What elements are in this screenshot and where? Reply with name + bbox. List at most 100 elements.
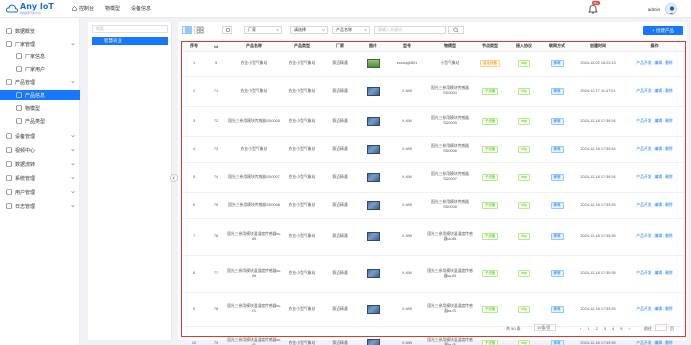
settings-button[interactable] [222, 26, 232, 34]
page-item[interactable]: 1 [587, 326, 589, 331]
delete-link[interactable]: 删除 [665, 307, 673, 311]
product-image[interactable] [366, 59, 380, 68]
table-row[interactable]: 2 71 农业小型气象站 农业小型气象站 赛迈精通 X-NW 国光三参用模块传感器SD000… [182, 76, 685, 107]
sidebar-item[interactable]: 物模型 [0, 103, 80, 113]
edit-link[interactable]: 编辑 [655, 203, 663, 207]
username-label[interactable]: admin [648, 7, 660, 12]
edit-link[interactable]: 编辑 [655, 61, 663, 65]
vendor-name-cell: 赛迈精通 [322, 162, 358, 193]
sidebar-item[interactable]: 产品信息 [0, 90, 80, 100]
sidebar-item[interactable]: 产品管理 [0, 77, 80, 87]
top-nav-thing-model[interactable]: 物模型 [105, 5, 120, 12]
app-logo[interactable]: Any IoT 物联网开放平台 [6, 2, 66, 16]
product-image[interactable] [366, 86, 380, 96]
row-index: 3 [192, 118, 196, 123]
product-image[interactable] [366, 338, 380, 345]
page-size-select[interactable]: 10条/页 [534, 324, 556, 331]
page-item[interactable]: 3 [604, 326, 606, 331]
table-row[interactable]: 4 73 农业小型气象站 农业小型气象站 赛迈精通 X-NW 国光三参用模块传感器SD000… [182, 136, 685, 163]
product-dev-link[interactable]: 产品开发 [636, 119, 651, 123]
table-row[interactable]: 3 72 国光三参用模块传感器SD0005 农业小型气象站 赛迈精通 X-NW 国光三参用模… [182, 106, 685, 137]
product-dev-link[interactable]: 产品开发 [636, 61, 651, 65]
table-row[interactable]: 9 78 国光三参用模块温湿度传感器ta-f3 农业小型气象站 赛迈精通 X-NW 国光三参… [182, 292, 685, 327]
sidebar-item[interactable]: 视频中心 [0, 145, 80, 155]
delete-link[interactable]: 删除 [665, 89, 673, 93]
edit-link[interactable]: 编辑 [655, 307, 663, 311]
product-dev-link[interactable]: 产品开发 [636, 307, 651, 311]
avatar[interactable] [665, 3, 677, 15]
edit-link[interactable]: 编辑 [655, 119, 663, 123]
app-logo-title: Any IoT [20, 2, 54, 11]
product-dev-link[interactable]: 产品开发 [636, 89, 651, 93]
edit-link[interactable]: 编辑 [655, 234, 663, 238]
protocol-tag-cell: http [506, 162, 542, 193]
created-time: 2024-12-18 17:39:35 [580, 340, 616, 345]
field-select[interactable]: 产品名称 [332, 26, 370, 34]
product-dev-link[interactable]: 产品开发 [636, 271, 651, 275]
top-nav-device-info[interactable]: 设备信息 [131, 5, 151, 12]
sidebar-item[interactable]: 厂家信息 [0, 51, 80, 61]
table-row[interactable]: 7 76 国光三参用模块温湿度传感器ta-d5 农业小型气象站 赛迈精通 X-NW 国光三参… [182, 218, 685, 256]
product-image[interactable] [366, 116, 380, 126]
product-image[interactable] [366, 144, 380, 154]
thing-model: 国光三参用模块温湿度传感器ta-f3 [427, 304, 473, 313]
sidebar-item[interactable]: 设备管理 [0, 131, 80, 141]
product-image[interactable] [366, 200, 380, 210]
product-dev-link[interactable]: 产品开发 [636, 234, 651, 238]
sidebar-item[interactable]: 日志管理 [0, 201, 80, 211]
goto-page-input[interactable] [655, 324, 667, 331]
product-dev-link[interactable]: 产品开发 [636, 147, 651, 151]
category-search-input[interactable]: 搜索 [92, 25, 168, 33]
sidebar-item[interactable]: 系统管理 [0, 173, 80, 183]
sidebar-item[interactable]: 厂家管理 [0, 39, 80, 49]
create-product-button[interactable]: + 创建产品 [643, 26, 683, 35]
product-image-cell [358, 292, 388, 327]
vendor-select[interactable]: 厂家 [244, 26, 282, 34]
product-image[interactable] [366, 269, 380, 278]
page-item[interactable]: 5 [620, 326, 622, 331]
edit-link[interactable]: 编辑 [655, 175, 663, 179]
sidebar-item[interactable]: 数据流转 [0, 159, 80, 169]
product-image[interactable] [366, 304, 380, 314]
delete-link[interactable]: 删除 [665, 203, 673, 207]
delete-link[interactable]: 删除 [665, 119, 673, 123]
search-input[interactable]: 请输入关键词 [374, 26, 446, 34]
list-view-button[interactable] [182, 26, 192, 34]
product-image[interactable] [366, 232, 380, 241]
delete-link[interactable]: 删除 [665, 234, 673, 238]
delete-link[interactable]: 删除 [665, 175, 673, 179]
delete-link[interactable]: 删除 [665, 341, 673, 345]
product-dev-link[interactable]: 产品开发 [636, 341, 651, 345]
sidebar-item[interactable]: 数据概览 [0, 26, 80, 36]
notification-button[interactable]: 99+ [587, 1, 600, 14]
edit-link[interactable]: 编辑 [655, 147, 663, 151]
grid-view-button[interactable] [194, 26, 204, 34]
page-item[interactable]: › [629, 326, 630, 331]
product-dev-link[interactable]: 产品开发 [636, 175, 651, 179]
delete-link[interactable]: 删除 [665, 271, 673, 275]
product-image[interactable] [366, 172, 380, 182]
product-dev-link[interactable]: 产品开发 [636, 203, 651, 207]
table-row[interactable]: 6 75 国光三参用模块传感器SD0008 农业小型气象站 赛迈精通 X-NW 国光三参用模… [182, 192, 685, 219]
sidebar-item[interactable]: 产品类型 [0, 116, 80, 126]
sidebar-item[interactable]: 用户管理 [0, 187, 80, 197]
model-number-cell: X-NW [388, 162, 426, 193]
delete-link[interactable]: 删除 [665, 61, 673, 65]
status-select[interactable]: 请选择 [290, 26, 328, 34]
table-row[interactable]: 8 77 国光三参用模块温湿度传感器ta-d5 农业小型气象站 赛迈精通 X-NW 国光三参… [182, 255, 685, 293]
search-button[interactable] [448, 26, 464, 34]
table-row[interactable]: 5 74 国光三参用模块传感器SD0007 农业小型气象站 赛迈精通 X-NW 国光三参用模… [182, 162, 685, 193]
sidebar-item[interactable]: 厂家用户 [0, 64, 80, 74]
status-select-value: 请选择 [294, 27, 306, 32]
collapse-panel-button[interactable] [170, 174, 178, 182]
edit-link[interactable]: 编辑 [655, 271, 663, 275]
edit-link[interactable]: 编辑 [655, 89, 663, 93]
delete-link[interactable]: 删除 [665, 147, 673, 151]
page-item[interactable]: 4 [612, 326, 614, 331]
category-node-selected[interactable]: 智慧农业 [92, 37, 168, 45]
table-row[interactable]: 1 9 农业小型气象站 农业小型气象站 赛迈精通 ecccqq0801 小型气象站 直连设备 h… [182, 51, 685, 77]
edit-link[interactable]: 编辑 [655, 341, 663, 345]
page-item[interactable]: 2 [596, 326, 598, 331]
page-item[interactable]: ‹ [580, 326, 581, 331]
top-nav-console[interactable]: 控制台 [72, 5, 94, 12]
